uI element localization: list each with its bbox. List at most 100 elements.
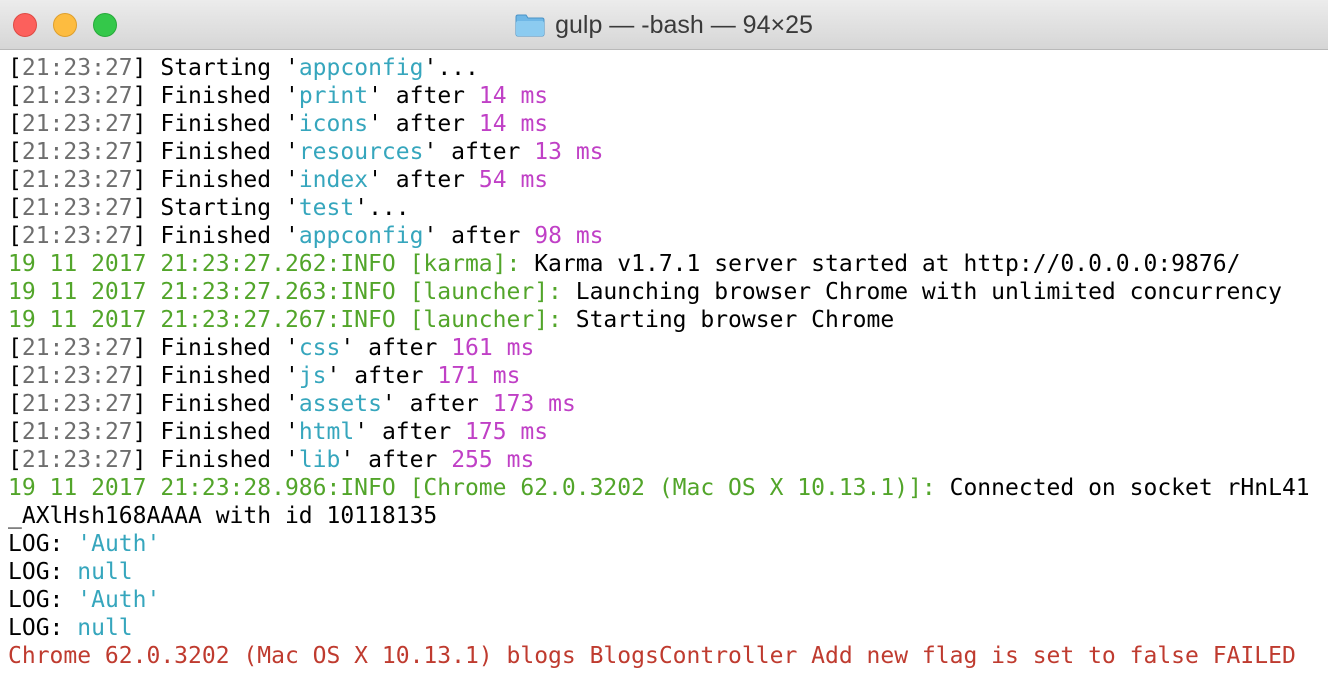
task-verb: Starting xyxy=(160,55,272,81)
after-label: after xyxy=(395,83,466,109)
task-verb: Finished xyxy=(160,139,272,165)
after-label: after xyxy=(395,111,466,137)
terminal-line: LOG: null xyxy=(8,614,1324,642)
info-prefix: 19 11 2017 21:23:27.262:INFO [karma]: xyxy=(8,251,521,277)
terminal-line: LOG: 'Auth' xyxy=(8,586,1324,614)
timestamp: 21:23:27 xyxy=(21,83,133,109)
terminal-line: [21:23:27] Finished 'icons' after 14 ms xyxy=(8,111,549,137)
timestamp: 21:23:27 xyxy=(21,167,133,193)
task-verb: Finished xyxy=(160,335,272,361)
task-name: test xyxy=(298,195,355,221)
info-prefix: 19 11 2017 21:23:27.263:INFO [launcher]: xyxy=(8,279,562,305)
terminal-line: [21:23:27] Finished 'appconfig' after 98… xyxy=(8,223,604,249)
task-ellipsis: ... xyxy=(437,55,479,81)
after-label: after xyxy=(451,223,521,249)
task-verb: Finished xyxy=(160,363,272,389)
task-name: appconfig xyxy=(298,223,424,249)
terminal-line: [21:23:27] Starting 'appconfig'... xyxy=(8,55,479,81)
task-duration: 171 ms xyxy=(437,363,521,389)
timestamp: 21:23:27 xyxy=(21,195,133,221)
terminal-output[interactable]: [21:23:27] Starting 'appconfig'... [21:23… xyxy=(8,54,1324,672)
info-prefix: 19 11 2017 21:23:27.267:INFO [launcher]: xyxy=(8,307,562,333)
terminal-line: [21:23:27] Starting 'test'... xyxy=(8,195,410,221)
task-verb: Starting xyxy=(160,195,272,221)
after-label: after xyxy=(381,419,452,445)
info-message: Connected on socket rHnL41 xyxy=(935,475,1310,501)
info-message: Launching browser Chrome with unlimited … xyxy=(561,279,1282,305)
task-name: appconfig xyxy=(298,55,424,81)
task-duration: 161 ms xyxy=(451,335,535,361)
terminal-window: gulp — -bash — 94×25 [21:23:27] Starting… xyxy=(0,0,1328,674)
error-message: Chrome 62.0.3202 (Mac OS X 10.13.1) blog… xyxy=(8,643,1296,669)
task-name: assets xyxy=(298,391,382,417)
task-name: icons xyxy=(298,111,369,137)
task-verb: Finished xyxy=(160,391,272,417)
terminal-line: 19 11 2017 21:23:28.986:INFO [Chrome 62.… xyxy=(8,474,1324,502)
terminal-line: [21:23:27] Finished 'js' after 171 ms xyxy=(8,363,521,389)
task-name: html xyxy=(298,419,355,445)
terminal-line: LOG: null xyxy=(8,558,1324,586)
log-label: LOG: xyxy=(8,615,78,641)
log-value: 'Auth' xyxy=(77,587,161,613)
task-name: resources xyxy=(298,139,424,165)
window-title: gulp — -bash — 94×25 xyxy=(555,10,813,39)
log-value: 'Auth' xyxy=(77,531,161,557)
timestamp: 21:23:27 xyxy=(21,363,133,389)
task-name: css xyxy=(298,335,341,361)
title-bar[interactable]: gulp — -bash — 94×25 xyxy=(0,0,1328,50)
log-value: null xyxy=(77,559,133,585)
after-label: after xyxy=(368,335,438,361)
task-duration: 98 ms xyxy=(534,223,604,249)
task-duration: 255 ms xyxy=(451,447,535,473)
timestamp: 21:23:27 xyxy=(21,447,133,473)
info-message: Karma v1.7.1 server started at http://0.… xyxy=(520,251,1241,277)
timestamp: 21:23:27 xyxy=(21,391,133,417)
after-label: after xyxy=(451,139,521,165)
timestamp: 21:23:27 xyxy=(21,419,133,445)
timestamp: 21:23:27 xyxy=(21,111,133,137)
timestamp: 21:23:27 xyxy=(21,335,133,361)
info-message: Starting browser Chrome xyxy=(561,307,895,333)
terminal-line: LOG: 'Auth' xyxy=(8,530,1324,558)
terminal-line: [21:23:27] Finished 'lib' after 255 ms xyxy=(8,447,535,473)
task-verb: Finished xyxy=(160,167,272,193)
task-name: js xyxy=(298,363,327,389)
log-value: null xyxy=(77,615,133,641)
terminal-line: 19 11 2017 21:23:27.263:INFO [launcher]:… xyxy=(8,278,1324,306)
log-label: LOG: xyxy=(8,559,78,585)
after-label: after xyxy=(368,447,438,473)
task-name: print xyxy=(298,83,369,109)
terminal-line: [21:23:27] Finished 'print' after 14 ms xyxy=(8,83,549,109)
plain-text: _AXlHsh168AAAA with id 10118135 xyxy=(8,503,438,529)
info-prefix: 19 11 2017 21:23:28.986:INFO [Chrome 62.… xyxy=(8,475,936,501)
task-verb: Finished xyxy=(160,223,272,249)
task-name: lib xyxy=(298,447,341,473)
task-duration: 54 ms xyxy=(478,167,549,193)
terminal-line: [21:23:27] Finished 'index' after 54 ms xyxy=(8,167,549,193)
task-ellipsis: ... xyxy=(368,195,410,221)
task-duration: 13 ms xyxy=(534,139,604,165)
task-duration: 175 ms xyxy=(465,419,549,445)
task-verb: Finished xyxy=(160,447,272,473)
terminal-line: [21:23:27] Finished 'html' after 175 ms xyxy=(8,419,549,445)
log-label: LOG: xyxy=(8,531,78,557)
task-duration: 14 ms xyxy=(478,83,549,109)
terminal-line: Chrome 62.0.3202 (Mac OS X 10.13.1) blog… xyxy=(8,642,1324,670)
after-label: after xyxy=(409,391,479,417)
terminal-line: [21:23:27] Finished 'resources' after 13… xyxy=(8,139,604,165)
after-label: after xyxy=(354,363,424,389)
terminal-line: [21:23:27] Finished 'css' after 161 ms xyxy=(8,335,535,361)
task-verb: Finished xyxy=(160,83,272,109)
terminal-line: [21:23:27] Finished 'assets' after 173 m… xyxy=(8,391,576,417)
task-duration: 173 ms xyxy=(492,391,576,417)
task-verb: Finished xyxy=(160,419,272,445)
terminal-line: 19 11 2017 21:23:27.267:INFO [launcher]:… xyxy=(8,306,1324,334)
task-verb: Finished xyxy=(160,111,272,137)
task-duration: 14 ms xyxy=(478,111,549,137)
timestamp: 21:23:27 xyxy=(21,55,133,81)
task-name: index xyxy=(298,167,369,193)
log-label: LOG: xyxy=(8,587,78,613)
terminal-line: 19 11 2017 21:23:27.262:INFO [karma]: Ka… xyxy=(8,250,1324,278)
timestamp: 21:23:27 xyxy=(21,139,133,165)
after-label: after xyxy=(395,167,466,193)
